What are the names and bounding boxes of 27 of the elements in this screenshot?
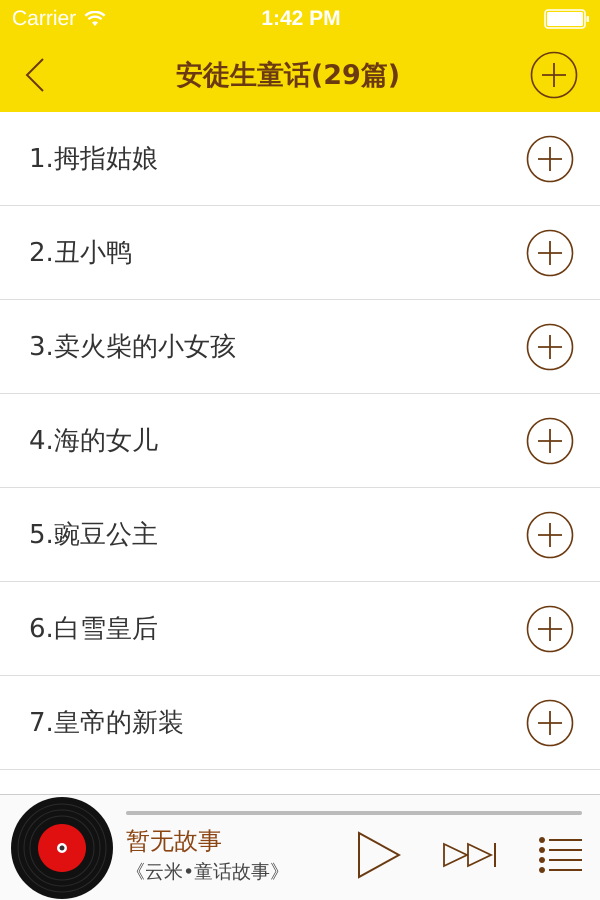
story-title: 暂无故事 — [126, 826, 223, 856]
album-title: 《云米•童话故事》 — [126, 860, 290, 884]
story-title[interactable]: 4.海的女儿 — [29, 423, 158, 458]
back-button[interactable] — [24, 57, 46, 93]
add-icon[interactable] — [526, 510, 574, 558]
story-title[interactable]: 6.白雪皇后 — [29, 611, 158, 646]
story-title[interactable]: 3.卖火柴的小女孩 — [29, 329, 236, 364]
story-title[interactable]: 1.拇指姑娘 — [29, 141, 158, 176]
add-icon[interactable] — [530, 51, 578, 99]
battery-icon — [544, 9, 590, 29]
wifi-icon — [84, 11, 106, 27]
skip-forward-icon[interactable] — [442, 842, 497, 868]
play-icon[interactable] — [357, 830, 402, 878]
progress-track[interactable] — [126, 810, 582, 814]
status-time: 1:42 PM — [261, 7, 341, 31]
playlist-icon[interactable] — [538, 836, 582, 872]
add-icon[interactable] — [526, 134, 574, 182]
carrier-name: Carrier — [12, 7, 76, 31]
page-title: 安徒生童话(29篇) — [176, 59, 400, 93]
story-title[interactable]: 5.豌豆公主 — [29, 517, 158, 552]
story-title[interactable]: 2.丑小鸭 — [29, 235, 132, 270]
add-icon[interactable] — [526, 698, 574, 746]
add-icon[interactable] — [526, 322, 574, 370]
add-icon[interactable] — [526, 416, 574, 464]
add-icon[interactable] — [526, 228, 574, 276]
add-icon[interactable] — [526, 604, 574, 652]
story-title[interactable]: 7.皇帝的新装 — [29, 705, 184, 740]
